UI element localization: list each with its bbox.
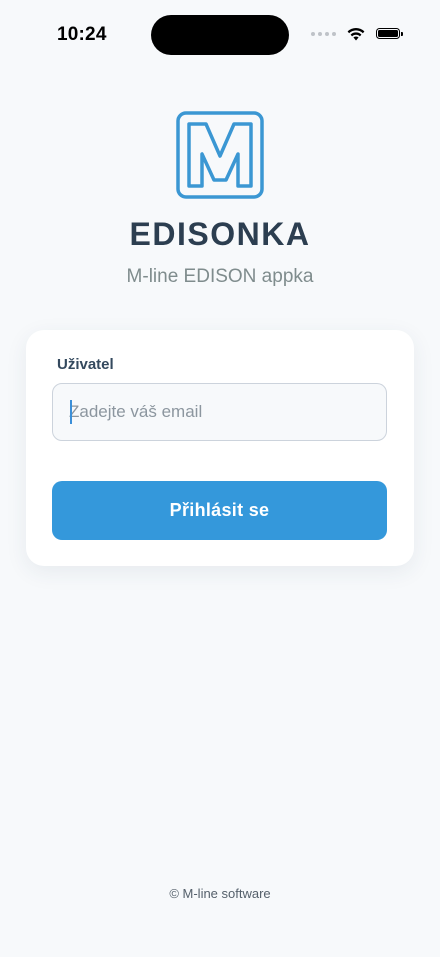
dynamic-island [151,15,289,55]
wifi-icon [347,27,365,41]
email-input[interactable] [52,383,387,441]
login-card: Uživatel Přihlásit se [26,330,414,566]
user-label: Uživatel [57,356,114,373]
status-icons [311,26,403,41]
battery-fill [378,30,398,37]
login-button[interactable]: Přihlásit se [52,481,387,540]
status-time: 10:24 [57,24,107,45]
status-bar: 10:24 [0,0,440,70]
text-caret [70,400,72,424]
footer-copyright: © M-line software [169,886,271,901]
cellular-signal-icon [311,31,336,36]
app-title: EDISONKA [129,216,311,252]
battery-icon [376,28,403,39]
app-subtitle: M-line EDISON appka [126,266,314,287]
m-logo-icon [176,111,264,199]
